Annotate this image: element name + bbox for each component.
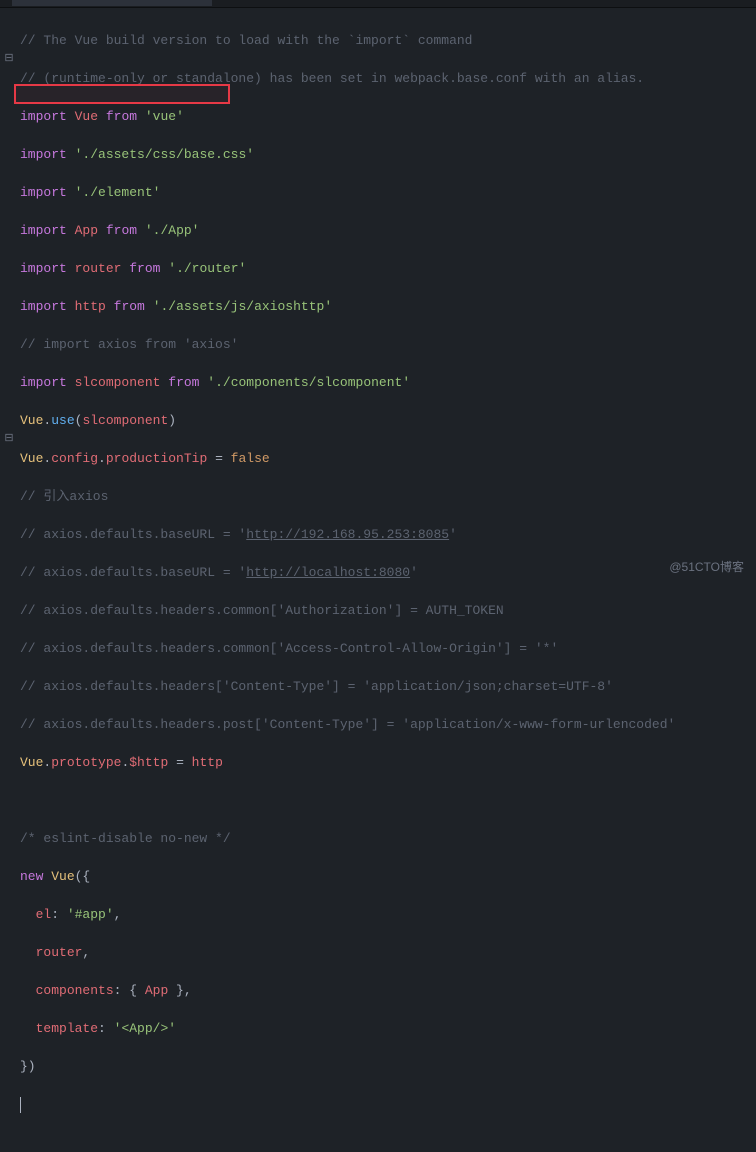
code-line: [20, 1095, 756, 1114]
code-line: // The Vue build version to load with th…: [20, 31, 756, 50]
text-cursor: [20, 1097, 21, 1113]
fold-gutter: ⊟ ⊟: [0, 12, 18, 1152]
code-line: // axios.defaults.headers['Content-Type'…: [20, 677, 756, 696]
code-line: import './assets/css/base.css': [20, 145, 756, 164]
code-line: components: { App },: [20, 981, 756, 1000]
code-line: // (runtime-only or standalone) has been…: [20, 69, 756, 88]
code-line: template: '<App/>': [20, 1019, 756, 1038]
code-line: el: '#app',: [20, 905, 756, 924]
code-line: import Vue from 'vue': [20, 107, 756, 126]
tab-bar: [0, 0, 756, 8]
code-line: /* eslint-disable no-new */: [20, 829, 756, 848]
code-line: import router from './router': [20, 259, 756, 278]
code-line: import slcomponent from './components/sl…: [20, 373, 756, 392]
code-line: new Vue({: [20, 867, 756, 886]
fold-marker-icon[interactable]: ⊟: [0, 50, 18, 69]
code-line: import http from './assets/js/axioshttp': [20, 297, 756, 316]
code-line: // axios.defaults.baseURL = 'http://192.…: [20, 525, 756, 544]
code-line: // axios.defaults.baseURL = 'http://loca…: [20, 563, 756, 582]
code-line: // axios.defaults.headers.common['Access…: [20, 639, 756, 658]
code-line: import './element': [20, 183, 756, 202]
code-line: Vue.config.productionTip = false: [20, 449, 756, 468]
code-area[interactable]: // The Vue build version to load with th…: [18, 12, 756, 1152]
code-line: // axios.defaults.headers.common['Author…: [20, 601, 756, 620]
code-line: import App from './App': [20, 221, 756, 240]
code-line: router,: [20, 943, 756, 962]
fold-marker-icon[interactable]: ⊟: [0, 430, 18, 449]
code-editor[interactable]: ⊟ ⊟ // The Vue build version to load wit…: [0, 8, 756, 1152]
watermark-text: @51CTO博客: [669, 558, 744, 577]
code-line: // 引入axios: [20, 487, 756, 506]
code-line: Vue.use(slcomponent): [20, 411, 756, 430]
code-line: // axios.defaults.headers.post['Content-…: [20, 715, 756, 734]
code-line: Vue.prototype.$http = http: [20, 753, 756, 772]
code-line: // import axios from 'axios': [20, 335, 756, 354]
active-tab[interactable]: [12, 0, 212, 6]
code-line: [20, 791, 756, 810]
code-line: }): [20, 1057, 756, 1076]
